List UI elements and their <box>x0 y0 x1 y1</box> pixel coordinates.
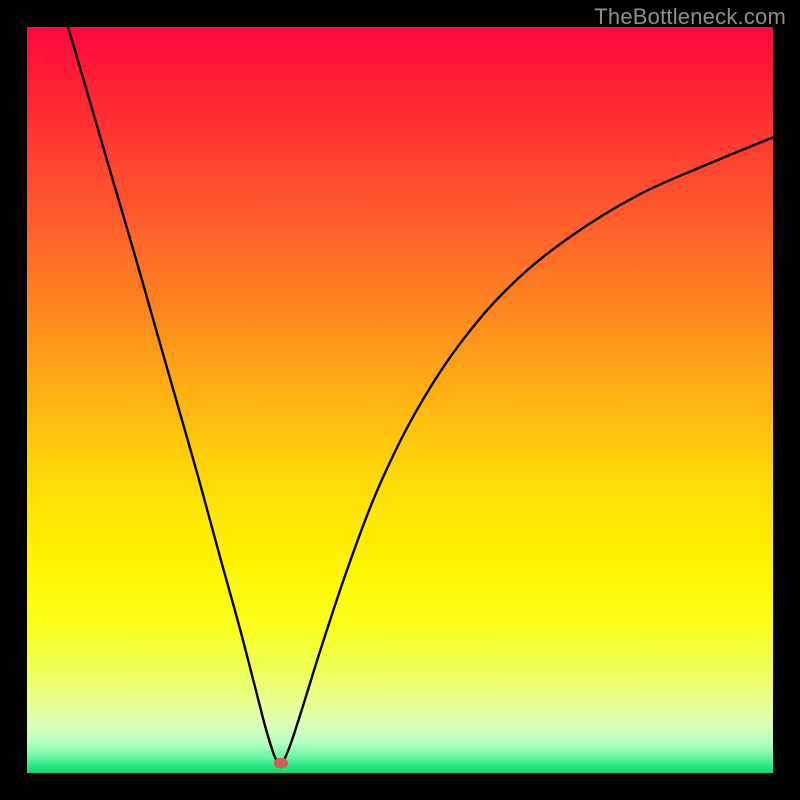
minimum-marker <box>274 758 288 768</box>
chart-frame: TheBottleneck.com <box>0 0 800 800</box>
bottleneck-curve <box>27 27 773 773</box>
watermark-text: TheBottleneck.com <box>594 4 786 30</box>
plot-area <box>27 27 773 773</box>
